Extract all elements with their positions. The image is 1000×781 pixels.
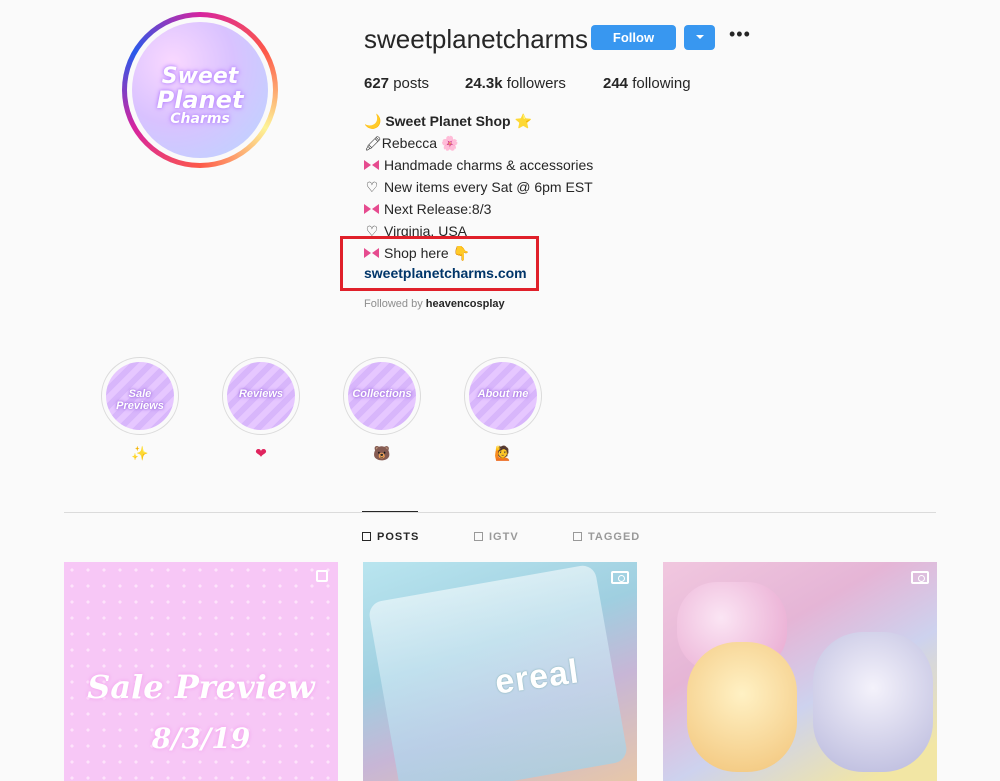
tv-icon: [474, 532, 483, 541]
avatar-frame: Sweet Planet Charms: [127, 17, 273, 163]
followed-by: Followed by heavencosplay: [364, 298, 505, 310]
bio-name-line: 🌙 Sweet Planet Shop ⭐: [364, 113, 532, 130]
highlight-cover: Reviews: [227, 362, 295, 430]
highlight-label: Reviews: [238, 388, 284, 400]
followed-by-user[interactable]: heavencosplay: [426, 298, 505, 310]
tag-icon: [573, 532, 582, 541]
bio-line-text: New items every Sat @ 6pm EST: [384, 179, 593, 195]
ribbon-icon: [364, 203, 379, 215]
posts-label: posts: [393, 75, 430, 92]
post-title-text: Sale Preview: [87, 668, 315, 706]
tab-label: IGTV: [489, 531, 519, 543]
bio-line: 🖍Rebecca 🌸: [364, 135, 458, 152]
tabs-divider: [64, 512, 936, 513]
bio-line-text: Handmade charms & accessories: [384, 157, 594, 173]
followers-stat[interactable]: 24.3k followers: [465, 75, 566, 92]
highlight-label: Collections: [352, 388, 412, 400]
post-thumbnail[interactable]: [663, 562, 937, 781]
heart-outline-icon: ♡: [365, 179, 379, 195]
tab-tagged[interactable]: TAGGED: [573, 531, 640, 543]
follow-button[interactable]: Follow: [591, 25, 676, 50]
tab-label: TAGGED: [588, 531, 641, 543]
person-raising-hand-icon: 🙋: [494, 445, 512, 461]
avatar-image: Sweet Planet Charms: [132, 22, 268, 158]
tab-igtv[interactable]: IGTV: [474, 531, 519, 543]
highlight-ring: Reviews: [222, 357, 300, 435]
highlight-cover: Sale Previews: [106, 362, 174, 430]
blossom-icon: 🌸: [440, 135, 459, 151]
video-icon: [911, 571, 929, 584]
annotation-highlight-box: [340, 236, 539, 291]
moon-icon: 🌙: [364, 113, 382, 129]
profile-avatar[interactable]: Sweet Planet Charms: [122, 12, 278, 168]
followers-label: followers: [506, 75, 566, 92]
crayon-icon: 🖍: [364, 135, 382, 151]
highlight-sale-previews[interactable]: Sale Previews ✨: [101, 357, 179, 461]
highlight-about-me[interactable]: About me 🙋: [464, 357, 542, 461]
post-thumbnail[interactable]: ereal: [363, 562, 637, 781]
active-tab-indicator: [362, 511, 418, 512]
carousel-icon: [316, 570, 328, 582]
heart-icon: ❤: [255, 445, 267, 461]
charm-photo: [687, 642, 797, 772]
charm-photo: [813, 632, 933, 772]
highlight-label: About me: [477, 388, 529, 400]
highlight-ring: About me: [464, 357, 542, 435]
ribbon-icon: [364, 159, 379, 171]
avatar-logo-line-3: Charms: [170, 111, 230, 127]
avatar-logo-line-2: Planet: [156, 86, 244, 114]
highlight-cover: Collections: [348, 362, 416, 430]
followers-count: 24.3k: [465, 75, 503, 92]
star-icon: ⭐: [514, 113, 532, 129]
bio-line: ♡ New items every Sat @ 6pm EST: [364, 179, 593, 196]
following-stat[interactable]: 244 following: [603, 75, 691, 92]
tab-label: POSTS: [377, 531, 420, 543]
highlight-collections[interactable]: Collections 🐻: [343, 357, 421, 461]
bio-line-text: Rebecca: [381, 135, 438, 151]
avatar-logo-text: Sweet Planet Charms: [132, 64, 268, 127]
post-date-text: 8/3/19: [151, 722, 251, 755]
posts-stat: 627 posts: [364, 75, 429, 92]
highlight-reviews[interactable]: Reviews ❤: [222, 357, 300, 461]
bio-line: Handmade charms & accessories: [364, 157, 593, 173]
following-count: 244: [603, 75, 629, 92]
video-icon: [611, 571, 629, 584]
following-label: following: [632, 75, 691, 92]
highlight-cover: About me: [469, 362, 537, 430]
more-options-icon[interactable]: •••: [729, 25, 751, 43]
sparkles-icon: ✨: [131, 445, 149, 461]
post-thumbnail[interactable]: Sale Preview 8/3/19: [64, 562, 338, 781]
bio-line-text: Next Release:8/3: [384, 201, 492, 217]
grid-icon: [362, 532, 371, 541]
highlight-ring: Sale Previews: [101, 357, 179, 435]
bio-display-name: Sweet Planet Shop: [385, 113, 511, 129]
avatar-logo-line-1: Sweet: [161, 64, 239, 89]
tab-posts[interactable]: POSTS: [362, 531, 419, 543]
bio-line: Next Release:8/3: [364, 201, 491, 217]
suggestions-dropdown-button[interactable]: [684, 25, 715, 50]
highlight-label: Sale Previews: [116, 388, 164, 412]
posts-count: 627: [364, 75, 390, 92]
highlight-ring: Collections: [343, 357, 421, 435]
followed-by-prefix: Followed by: [364, 298, 423, 310]
chevron-down-icon: [696, 35, 704, 39]
bear-icon: 🐻: [373, 445, 391, 461]
profile-username: sweetplanetcharms: [364, 24, 588, 54]
